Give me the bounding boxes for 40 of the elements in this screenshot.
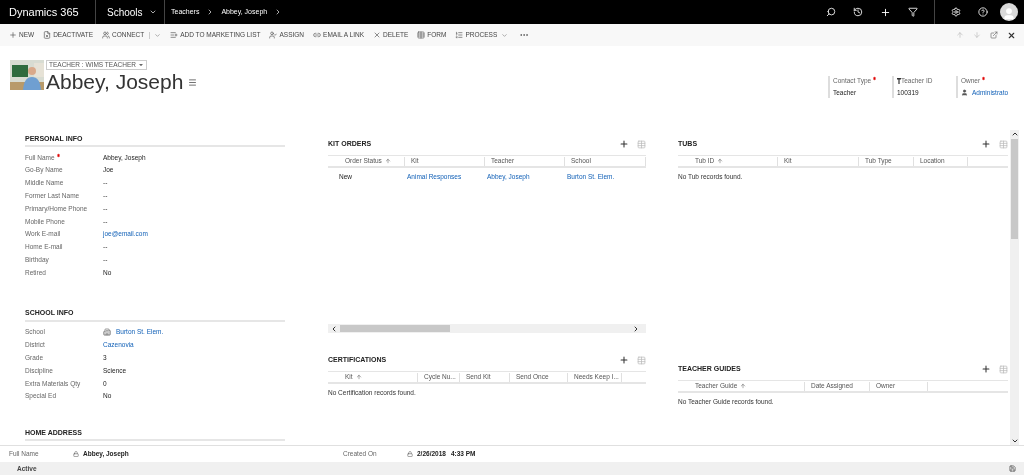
scroll-down-icon[interactable] [1010,437,1019,445]
table-icon [417,31,426,39]
chevron-down-icon [148,8,157,16]
link-icon [313,31,322,39]
add-icon[interactable] [981,364,991,374]
horizontal-scrollbar[interactable] [328,324,646,333]
list-add-icon [170,31,179,39]
filter-icon[interactable] [908,7,918,17]
pop-out-icon[interactable] [990,31,998,39]
lock-icon [73,451,79,457]
caret-icon [137,62,144,68]
vertical-scrollbar[interactable] [1010,130,1019,445]
person-check-icon [269,31,278,39]
document-icon [43,31,52,39]
add-icon[interactable] [619,139,629,149]
scroll-up-icon[interactable] [1010,130,1019,138]
lock-icon [407,451,413,457]
plus-icon[interactable] [880,6,891,18]
plus-icon [9,31,17,39]
person-icon [961,89,968,97]
add-icon[interactable] [619,355,629,365]
app-name[interactable]: Dynamics 365 [0,3,95,21]
search-icon[interactable] [826,7,836,17]
x-icon [373,31,381,39]
settings-icon[interactable] [951,7,961,17]
history-icon[interactable] [853,7,863,17]
close-icon[interactable] [1007,30,1016,40]
scroll-right-icon[interactable] [632,324,640,333]
avatar-icon[interactable] [1000,3,1018,21]
menu-icon[interactable] [188,77,198,87]
record-title: Abbey, Joseph [46,70,184,94]
help-icon[interactable] [978,7,988,17]
people-icon [102,31,111,39]
caret-icon [501,31,509,39]
save-icon[interactable] [1009,465,1016,472]
add-icon[interactable] [981,139,991,149]
area-selector[interactable]: Schools [96,4,164,20]
scroll-left-icon[interactable] [330,324,338,333]
caret-icon [154,31,162,39]
steps-icon [455,31,464,39]
